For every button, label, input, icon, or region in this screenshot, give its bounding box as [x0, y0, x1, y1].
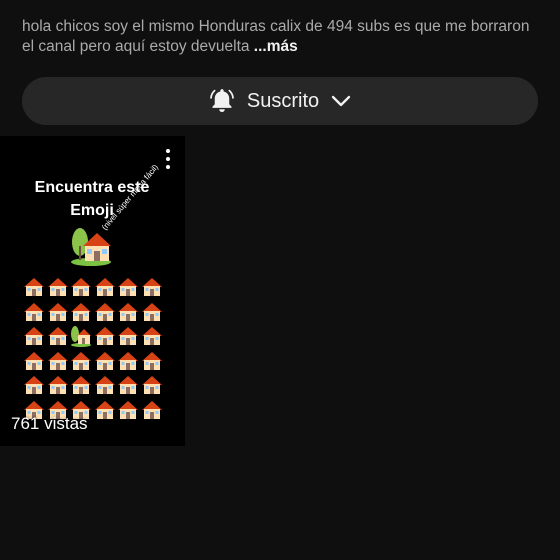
- house-icon: [23, 325, 45, 347]
- house-icon: [47, 350, 69, 372]
- house-icon: [23, 276, 45, 298]
- house-icon: [117, 301, 139, 323]
- house-icon: [47, 276, 69, 298]
- short-thumbnail-card[interactable]: Encuentra este Emoji (nivel súper mega f…: [0, 136, 185, 446]
- house-icon: [117, 374, 139, 396]
- house-icon: [141, 399, 163, 421]
- emoji-grid: [23, 276, 164, 423]
- house-icon: [94, 374, 116, 396]
- house-icon: [23, 350, 45, 372]
- house-icon: [23, 301, 45, 323]
- house-icon: [117, 325, 139, 347]
- house-icon: [70, 350, 92, 372]
- house-with-garden-icon: [71, 228, 111, 266]
- house-icon: [117, 350, 139, 372]
- chevron-down-icon: [331, 95, 351, 107]
- more-link[interactable]: ...más: [254, 38, 298, 55]
- house-icon: [47, 374, 69, 396]
- house-icon: [117, 399, 139, 421]
- view-count: 761 vistas: [11, 414, 88, 433]
- subscribed-button[interactable]: Suscrito: [22, 77, 538, 125]
- house-with-garden-icon: [70, 325, 92, 347]
- house-icon: [70, 276, 92, 298]
- bell-icon: [210, 89, 234, 112]
- house-icon: [94, 276, 116, 298]
- house-icon: [94, 301, 116, 323]
- house-icon: [94, 325, 116, 347]
- house-icon: [70, 374, 92, 396]
- video-description[interactable]: hola chicos soy el mismo Honduras calix …: [22, 17, 542, 57]
- thumbnail-title-line2: Emoji: [70, 202, 114, 219]
- house-icon: [47, 325, 69, 347]
- house-icon: [141, 301, 163, 323]
- subscribed-label: Suscrito: [246, 89, 320, 112]
- house-icon: [141, 276, 163, 298]
- more-options-icon[interactable]: [160, 149, 176, 169]
- house-icon: [23, 374, 45, 396]
- house-icon: [47, 301, 69, 323]
- house-icon: [141, 325, 163, 347]
- house-icon: [141, 374, 163, 396]
- house-icon: [70, 301, 92, 323]
- house-icon: [94, 399, 116, 421]
- house-icon: [94, 350, 116, 372]
- house-icon: [141, 350, 163, 372]
- house-icon: [117, 276, 139, 298]
